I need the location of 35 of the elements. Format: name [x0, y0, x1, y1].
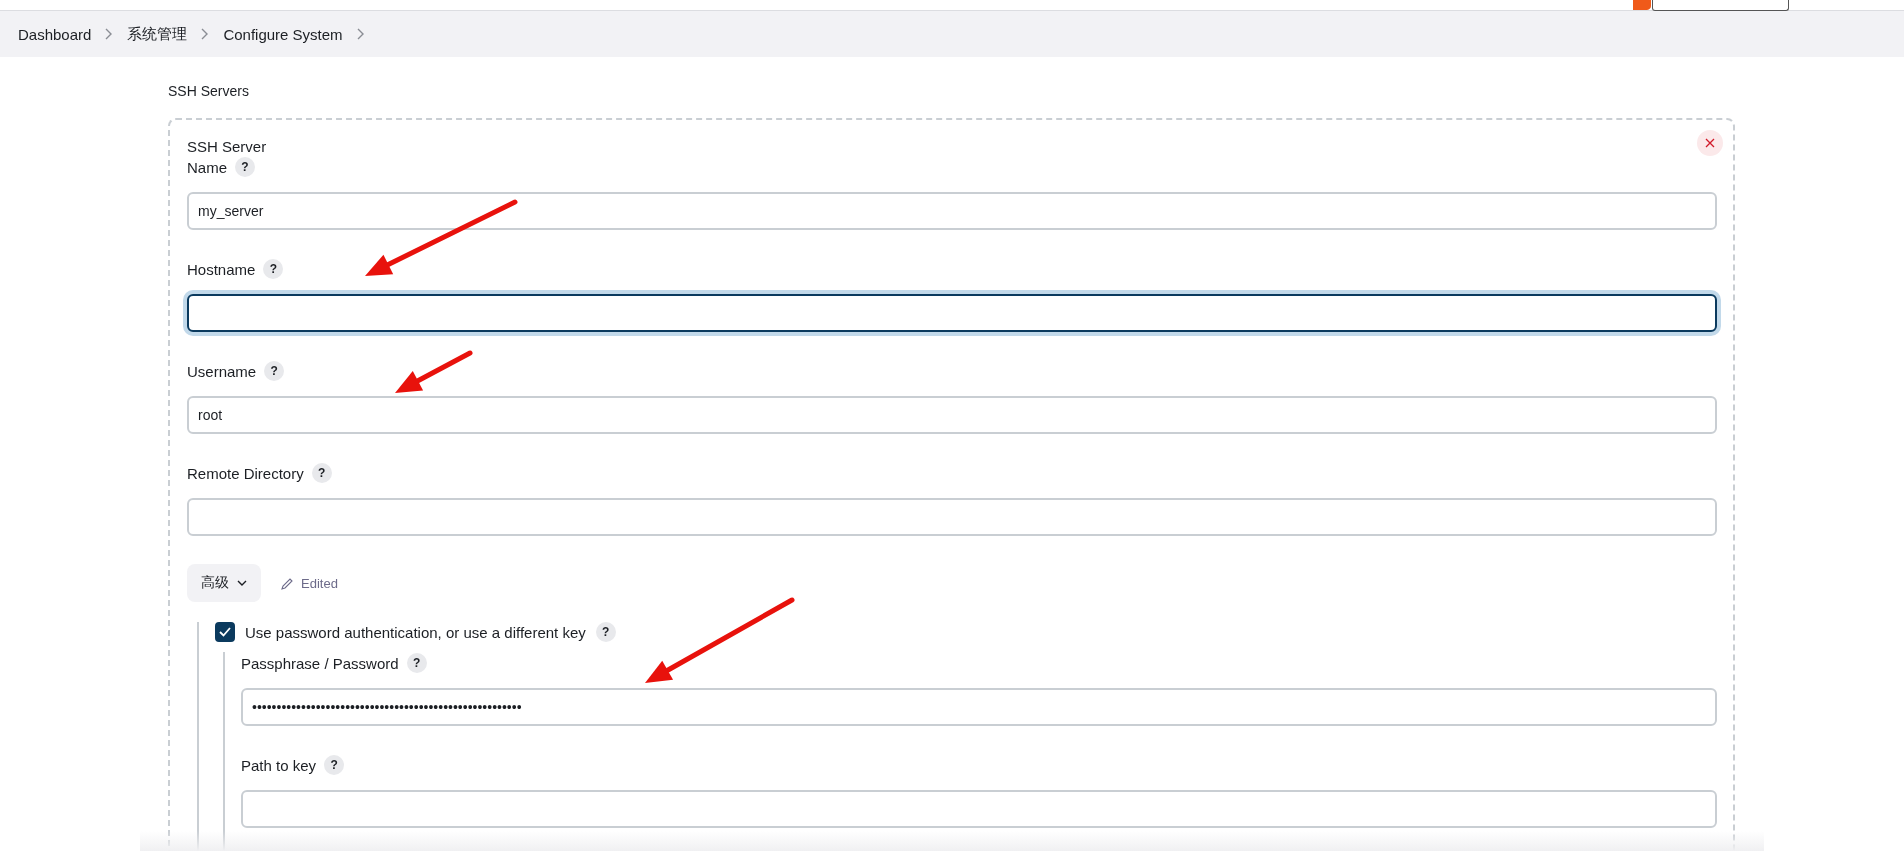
checkbox[interactable] — [215, 622, 235, 642]
checkmark-icon — [219, 627, 231, 637]
text-field[interactable]: root — [187, 396, 1717, 434]
close-icon — [1705, 138, 1715, 148]
breadcrumb-link[interactable]: Configure System — [223, 25, 343, 43]
field-label: Username — [187, 362, 257, 380]
close-button[interactable] — [1697, 130, 1723, 156]
card-title: SSH Server — [187, 138, 267, 156]
chevron-down-icon — [237, 580, 247, 586]
chevron-right-icon — [201, 28, 210, 40]
chevron-right-icon — [105, 28, 114, 40]
help-icon[interactable]: ? — [264, 361, 285, 381]
breadcrumb-link[interactable]: Dashboard — [18, 25, 92, 43]
section-title: SSH Servers — [168, 83, 250, 99]
checkbox-label: Use password authentication, or use a different key — [245, 623, 586, 641]
help-icon[interactable]: ? — [235, 157, 255, 177]
field-label: Passphrase / Password — [241, 654, 399, 672]
help-icon[interactable]: ? — [406, 653, 427, 673]
text-field[interactable] — [187, 294, 1717, 332]
chevron-right-icon — [356, 28, 365, 40]
input-method-logo-icon[interactable] — [1631, 0, 1653, 10]
field-label: Remote Directory — [187, 464, 304, 482]
edited-label: Edited — [301, 575, 338, 591]
help-icon[interactable]: ? — [595, 622, 616, 642]
field-label: Name — [187, 158, 227, 176]
breadcrumb-link[interactable]: 系统管理 — [127, 24, 188, 44]
advanced-button[interactable]: 高级 — [187, 564, 261, 602]
field-label: Hostname — [187, 260, 256, 278]
help-icon[interactable]: ? — [324, 755, 345, 775]
pencil-icon — [281, 576, 294, 590]
field-label: Path to key — [241, 756, 317, 774]
text-field[interactable]: my_server — [187, 192, 1717, 230]
help-icon[interactable]: ? — [311, 463, 332, 483]
text-field[interactable]: ••••••••••••••••••••••••••••••••••••••••••••••••••••••• — [241, 688, 1717, 726]
help-icon[interactable]: ? — [263, 259, 284, 279]
